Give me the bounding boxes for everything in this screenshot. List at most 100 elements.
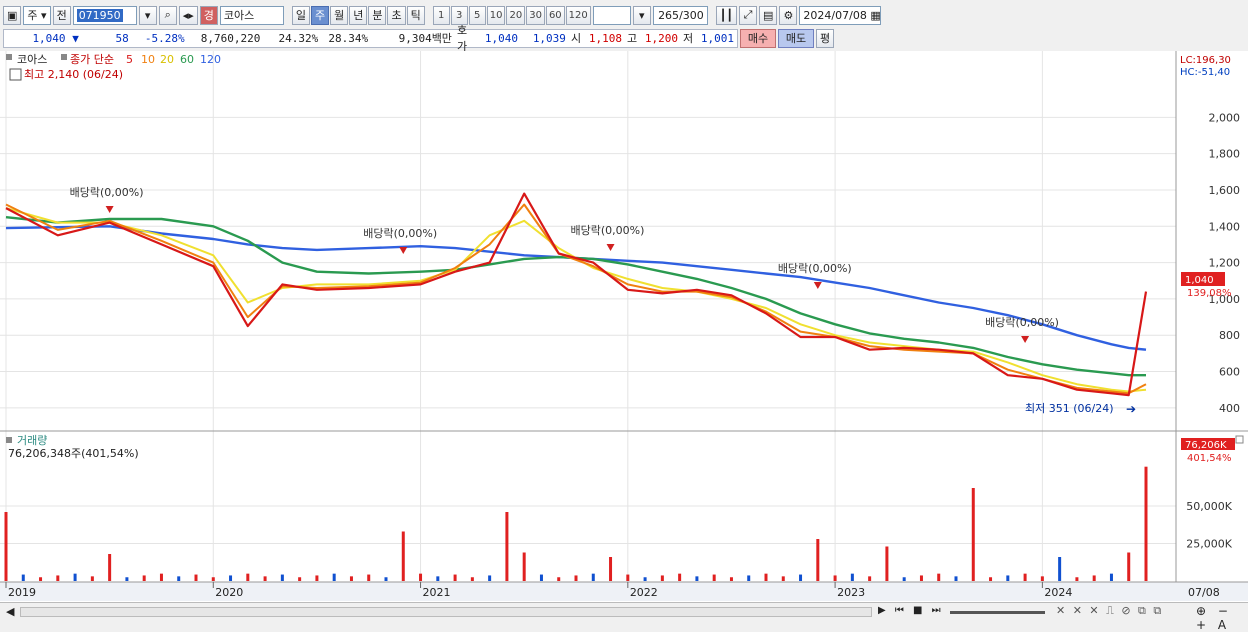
type-select[interactable]: 주 ▾	[23, 5, 51, 25]
volume-bar	[56, 575, 60, 581]
volume-bar	[142, 575, 146, 581]
volume-bar	[919, 575, 923, 581]
dividend-label: 배당락(0,00%)	[985, 316, 1059, 329]
prev-button[interactable]: 전	[52, 5, 71, 25]
volume-bars	[4, 466, 1148, 581]
volume-bar	[177, 576, 181, 581]
volume-bar	[902, 577, 906, 581]
volume-bar	[868, 576, 872, 581]
draw-tool-icon[interactable]: ⤢	[739, 5, 758, 25]
tab-period-4[interactable]: 분	[368, 5, 387, 25]
calendar-icon[interactable]	[9, 68, 22, 81]
tab-period-1[interactable]: 주	[310, 5, 330, 25]
nav-controls[interactable]: ▶ ⏮ ■ ⏭	[878, 605, 944, 616]
volume-bar	[384, 577, 388, 581]
code-dropdown-icon[interactable]: ▾	[138, 5, 157, 25]
volume-bar	[643, 577, 647, 581]
horizontal-scrollbar[interactable]	[20, 607, 872, 617]
save-icon[interactable]: ▤	[759, 5, 778, 25]
legend-ma60: 60	[180, 53, 194, 66]
code-input[interactable]: 071950	[72, 5, 137, 25]
interval-button-60[interactable]: 60	[545, 5, 565, 25]
volume-bar	[937, 573, 941, 581]
dividend-marker-icon	[399, 247, 408, 254]
interval-button-10[interactable]: 10	[486, 5, 506, 25]
stock-chart[interactable]: 4006008001,0001,2001,4001,6001,8002,000 …	[0, 51, 1248, 601]
volume-bar	[816, 539, 820, 581]
search-icon[interactable]: ⌕	[158, 5, 177, 25]
interval-dropdown-icon[interactable]: ▾	[632, 5, 651, 25]
ask2: 1,039	[532, 31, 566, 45]
date-value: 2024/07/08	[803, 8, 867, 22]
date-field[interactable]: 2024/07/08 ▦	[799, 5, 882, 25]
legend: 코아스 종가 단순 5 10 20 60 120 최고 2,140 (06/24…	[6, 53, 1231, 81]
calendar-icon: ▦	[870, 8, 881, 22]
drawing-tools[interactable]: ✕ ✕ ✕ ⎍ ⊘ ⧉ ⧉	[1056, 604, 1163, 618]
tab-period-3[interactable]: 년	[349, 5, 368, 25]
volume-bar	[1092, 575, 1096, 581]
gear-icon[interactable]: ⚙	[779, 5, 798, 25]
open-label: 시	[570, 32, 582, 45]
volume-bar	[1144, 466, 1148, 581]
low-value: 1,001	[700, 31, 735, 45]
tab-period-6[interactable]: 틱	[406, 5, 425, 25]
x-tick-label: 2021	[423, 586, 451, 599]
volume-bar	[557, 577, 561, 581]
volume-bar	[470, 577, 474, 581]
interval-button-30[interactable]: 30	[526, 5, 545, 25]
legend-ma-icon	[61, 54, 67, 60]
dividend-label: 배당락(0,00%)	[363, 227, 437, 240]
volume-bar	[1040, 576, 1044, 581]
volume-bar	[799, 574, 803, 581]
sell-button[interactable]: 매도	[778, 28, 814, 48]
volume-bar	[626, 574, 630, 581]
count-field[interactable]: 265/300	[652, 5, 708, 25]
volume-bar	[229, 575, 233, 581]
volume-bar	[660, 575, 664, 581]
volume-bar	[695, 576, 699, 581]
chart-area[interactable]: 400 600 800 1,000 1,200 1,400 1,600 1,800 2,000 …	[0, 51, 1248, 621]
count-max: /300	[679, 8, 704, 22]
volume-bar	[21, 574, 25, 581]
quote-change-pct: -5.28%	[144, 31, 185, 45]
interval-custom-field[interactable]	[592, 5, 631, 25]
volume-tag-pct: 401,54%	[1187, 453, 1232, 464]
chart-toolbar: ▣ 주 ▾ 전 071950 ▾ ⌕ ◂▸ 경 코아스 일주월년분초틱 1351…	[0, 3, 1248, 27]
interval-button-120[interactable]: 120	[565, 5, 591, 25]
tab-period-0[interactable]: 일	[291, 5, 310, 25]
interval-button-1[interactable]: 1	[432, 5, 450, 25]
avg-button[interactable]: 평	[816, 28, 835, 48]
volume-current: 76,206,348주(401,54%)	[8, 447, 139, 460]
volume-bar	[246, 573, 250, 581]
buy-button[interactable]: 매수	[740, 28, 776, 48]
x-tick-label: 2024	[1044, 586, 1072, 599]
dividend-marker-icon	[105, 206, 114, 213]
volume-bar	[971, 488, 975, 581]
volume-bar	[125, 577, 129, 581]
chart-window-icon[interactable]: ▣	[3, 5, 22, 25]
quote-price-value: 1,040	[32, 31, 66, 45]
candle-type-icon[interactable]: ┃┃	[715, 5, 738, 25]
stock-name-field[interactable]: 코아스	[219, 5, 284, 25]
tab-period-2[interactable]: 월	[330, 5, 349, 25]
volume-bar	[885, 546, 889, 581]
volume-bar	[39, 577, 43, 581]
volume-bar	[4, 512, 8, 581]
volume-bar	[436, 576, 440, 581]
volume-bar	[194, 574, 198, 581]
zoom-slider[interactable]	[950, 611, 1045, 614]
legend-ma-label: 종가 단순	[70, 53, 114, 66]
volume-close-icon[interactable]	[1235, 435, 1244, 444]
zoom-controls[interactable]: ⊕ − + A	[1196, 604, 1248, 632]
volume-bar	[505, 512, 509, 581]
dividend-label: 배당락(0,00%)	[778, 262, 852, 275]
chevron-down-icon: ▾	[41, 8, 47, 22]
x-tick-label: 07/08	[1188, 586, 1220, 599]
type-select-value: 주	[27, 9, 38, 22]
interval-button-20[interactable]: 20	[506, 5, 526, 25]
volume-bar	[1109, 573, 1113, 581]
speaker-icon[interactable]: ◂▸	[178, 5, 198, 25]
scroll-left-icon[interactable]: ◀	[6, 605, 14, 618]
tab-period-5[interactable]: 초	[387, 5, 406, 25]
dividend-labels: 배당락(0,00%) 배당락(0,00%) 배당락(0,00%) 배당락(0,00%)…	[70, 186, 1059, 343]
